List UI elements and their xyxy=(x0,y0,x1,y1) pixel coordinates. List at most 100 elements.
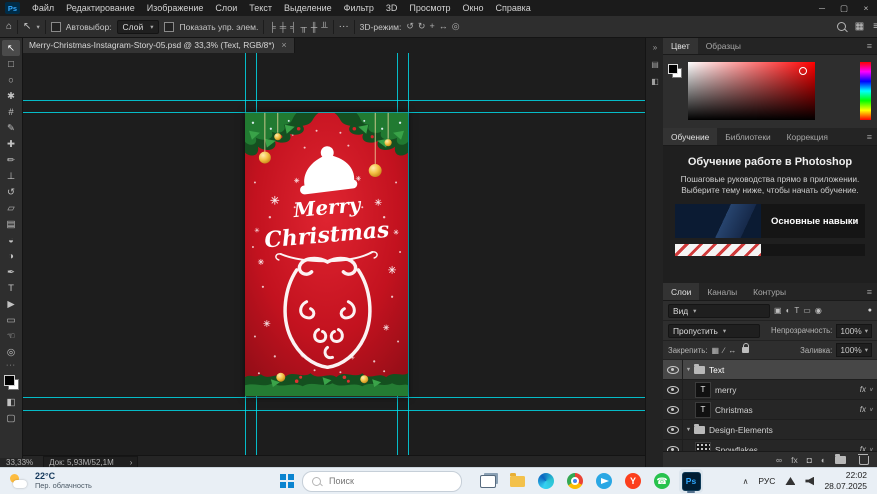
crop-tool-icon[interactable]: # xyxy=(2,104,20,120)
tab-libraries[interactable]: Библиотеки xyxy=(717,128,778,145)
screen-mode-icon[interactable]: ▢ xyxy=(2,410,20,426)
opacity-field[interactable]: 100% ▾ xyxy=(836,324,872,338)
filter-type-select[interactable]: Вид ▾ xyxy=(668,304,770,318)
layer-style-icon[interactable]: fx xyxy=(791,455,798,465)
file-explorer-button[interactable] xyxy=(505,469,529,493)
yandex-browser-button[interactable]: Y xyxy=(621,469,645,493)
layer-row-design-elements-group[interactable]: ▼ Design-Elements xyxy=(663,420,877,440)
type-tool-icon[interactable]: T xyxy=(2,280,20,296)
panel-menu-icon[interactable]: ≡ xyxy=(873,21,877,32)
blur-tool-icon[interactable]: ◒ xyxy=(2,232,20,248)
photoshop-taskbar-button[interactable]: Ps xyxy=(679,469,703,493)
guide-horizontal[interactable] xyxy=(22,397,645,398)
menu-window[interactable]: Окно xyxy=(457,0,490,16)
tab-layers[interactable]: Слои xyxy=(663,283,699,300)
history-panel-icon[interactable]: ▤ xyxy=(651,60,659,69)
filter-pixel-layers-icon[interactable]: ▣ xyxy=(774,306,782,315)
lasso-tool-icon[interactable]: ○ xyxy=(2,72,20,88)
align-left-icon[interactable]: ╞ xyxy=(269,22,275,32)
align-bottom-icon[interactable]: ╨ xyxy=(321,22,327,32)
fx-badge[interactable]: fx xyxy=(860,385,866,394)
lock-transparency-icon[interactable]: ▦ xyxy=(712,346,720,355)
workspace-icon[interactable]: ▦ xyxy=(855,21,864,32)
3d-scale-icon[interactable]: ◎ xyxy=(452,21,460,32)
gradient-tool-icon[interactable]: ▤ xyxy=(2,216,20,232)
document-canvas[interactable]: Merry Christmas xyxy=(245,112,408,397)
brush-tool-icon[interactable]: ✏ xyxy=(2,152,20,168)
align-top-icon[interactable]: ╥ xyxy=(301,22,307,32)
tray-chevron-icon[interactable]: ∧ xyxy=(743,477,749,486)
guide-vertical[interactable] xyxy=(408,53,409,455)
filter-toggle-icon[interactable]: ● xyxy=(868,307,872,314)
3d-rotate-icon[interactable]: ↺ xyxy=(406,21,414,32)
home-icon[interactable]: ⌂ xyxy=(6,21,12,32)
clone-stamp-tool-icon[interactable]: ⊥ xyxy=(2,168,20,184)
3d-drag-icon[interactable]: + xyxy=(429,21,434,32)
chrome-button[interactable] xyxy=(563,469,587,493)
layer-row-merry[interactable]: T merry fx∨ xyxy=(663,380,877,400)
language-indicator[interactable]: РУС xyxy=(758,476,775,486)
layer-row-text-group[interactable]: ▼ Text xyxy=(663,360,877,380)
blend-mode-select[interactable]: Пропустить ▾ xyxy=(668,324,760,338)
fx-badge[interactable]: fx xyxy=(860,405,866,414)
edge-button[interactable] xyxy=(534,469,558,493)
more-options-icon[interactable]: ··· xyxy=(339,21,349,32)
group-expander-icon[interactable]: ▼ xyxy=(683,367,694,373)
delete-layer-icon[interactable] xyxy=(859,456,869,465)
move-tool-preset-icon[interactable]: ↖ xyxy=(23,21,31,32)
weather-widget[interactable]: 22°C Пер. облачность xyxy=(0,472,170,490)
align-center-icon[interactable]: ╪ xyxy=(280,22,286,32)
start-button[interactable] xyxy=(280,474,294,488)
saturation-brightness-field[interactable] xyxy=(688,62,815,120)
history-brush-tool-icon[interactable]: ↺ xyxy=(2,184,20,200)
tab-swatches[interactable]: Образцы xyxy=(698,37,749,54)
foreground-color[interactable] xyxy=(668,64,678,74)
color-swatches[interactable] xyxy=(668,64,682,78)
link-layers-icon[interactable]: ∞ xyxy=(776,455,782,465)
lock-pixels-icon[interactable]: ∕ xyxy=(723,346,724,355)
visibility-toggle[interactable] xyxy=(663,380,683,399)
menu-layers[interactable]: Слои xyxy=(209,0,243,16)
clock[interactable]: 22:02 28.07.2025 xyxy=(824,470,867,491)
chevron-down-icon[interactable]: ▾ xyxy=(36,23,39,31)
tab-close-icon[interactable]: × xyxy=(281,40,286,50)
color-cursor[interactable] xyxy=(799,67,807,75)
filter-smart-objects-icon[interactable]: ◉ xyxy=(815,306,822,315)
align-middle-icon[interactable]: ╫ xyxy=(311,22,317,32)
network-icon[interactable] xyxy=(785,477,795,485)
tab-channels[interactable]: Каналы xyxy=(699,283,745,300)
document-tab[interactable]: Merry-Christmas-Instagram-Story-05.psd @… xyxy=(22,37,295,53)
tab-learn[interactable]: Обучение xyxy=(663,128,717,145)
show-transform-controls-checkbox[interactable] xyxy=(164,22,174,32)
chevron-down-icon[interactable]: ∨ xyxy=(869,387,873,393)
menu-select[interactable]: Выделение xyxy=(278,0,338,16)
menu-edit[interactable]: Редактирование xyxy=(60,0,141,16)
menu-image[interactable]: Изображение xyxy=(141,0,210,16)
layer-mask-icon[interactable]: ◘ xyxy=(807,455,812,465)
taskbar-search[interactable] xyxy=(302,471,462,492)
search-input[interactable] xyxy=(327,475,431,487)
group-expander-icon[interactable]: ▼ xyxy=(683,427,694,433)
align-right-icon[interactable]: ╡ xyxy=(290,22,296,32)
menu-3d[interactable]: 3D xyxy=(380,0,404,16)
color-swatches[interactable] xyxy=(4,375,19,390)
layer-row-snowflakes[interactable]: Snowflakes fx∨ xyxy=(663,440,877,451)
pen-tool-icon[interactable]: ✒ xyxy=(2,264,20,280)
status-chevron-icon[interactable]: › xyxy=(130,458,133,467)
canvas-area[interactable]: Merry Christmas xyxy=(22,53,645,455)
path-selection-tool-icon[interactable]: ▶ xyxy=(2,296,20,312)
eyedropper-tool-icon[interactable]: ✎ xyxy=(2,120,20,136)
tab-color[interactable]: Цвет xyxy=(663,37,698,54)
guide-horizontal[interactable] xyxy=(22,410,645,411)
eraser-tool-icon[interactable]: ▱ xyxy=(2,200,20,216)
menu-view[interactable]: Просмотр xyxy=(403,0,456,16)
panel-menu-icon[interactable]: ≡ xyxy=(867,132,872,142)
menu-type[interactable]: Текст xyxy=(243,0,278,16)
autoselect-target-select[interactable]: Слой ▾ xyxy=(117,20,160,34)
close-icon[interactable]: × xyxy=(855,0,877,16)
menu-file[interactable]: Файл xyxy=(26,0,60,16)
lock-all-icon[interactable] xyxy=(742,347,749,353)
filter-shape-layers-icon[interactable]: ▭ xyxy=(803,306,811,315)
chevron-down-icon[interactable]: ∨ xyxy=(869,407,873,413)
new-group-icon[interactable] xyxy=(835,456,846,464)
